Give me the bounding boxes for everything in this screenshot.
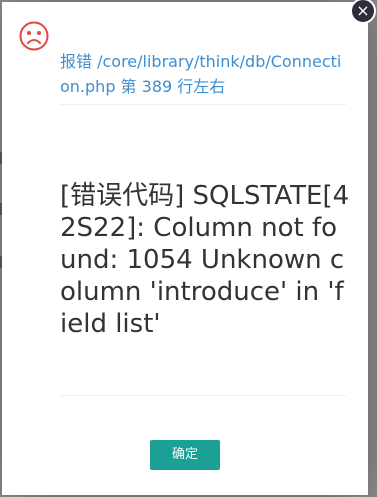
ok-button[interactable]: 确定 <box>150 440 220 470</box>
dialog-title: 报错 /core/library/think/db/Connection.php… <box>60 52 342 96</box>
title-divider <box>60 104 346 105</box>
message-divider <box>60 395 346 396</box>
error-dialog: 报错 /core/library/think/db/Connection.php… <box>2 2 368 495</box>
sad-face-icon <box>19 21 49 51</box>
error-message: [错误代码] SQLSTATE[42S22]: Column not found… <box>60 181 350 339</box>
